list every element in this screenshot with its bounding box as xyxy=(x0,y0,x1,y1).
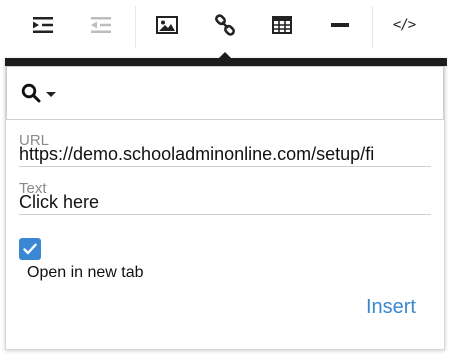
open-in-new-tab-checkbox[interactable] xyxy=(19,238,41,260)
code-view-button[interactable]: </> xyxy=(382,0,426,50)
link-search-dropdown[interactable] xyxy=(6,66,444,120)
check-icon xyxy=(23,243,37,255)
url-input[interactable]: https://demo.schooladminonline.com/setup… xyxy=(19,143,431,167)
horizontal-rule-icon xyxy=(331,23,349,27)
outdent-icon xyxy=(91,17,111,33)
popover-top-bar xyxy=(5,58,447,66)
image-button[interactable] xyxy=(145,0,189,50)
toolbar-divider xyxy=(372,6,373,48)
editor-toolbar: </> xyxy=(0,0,450,50)
link-button[interactable] xyxy=(203,0,247,50)
url-field-group: URL https://demo.schooladminonline.com/s… xyxy=(19,133,431,169)
link-popover: URL https://demo.schooladminonline.com/s… xyxy=(5,52,447,350)
table-icon xyxy=(272,16,292,34)
text-input[interactable]: Click here xyxy=(19,191,431,215)
chevron-down-icon xyxy=(46,91,56,97)
open-in-new-tab-label: Open in new tab xyxy=(27,264,144,281)
outdent-button[interactable] xyxy=(79,0,123,50)
link-icon xyxy=(215,14,235,36)
horizontal-rule-button[interactable] xyxy=(318,0,362,50)
insert-button[interactable]: Insert xyxy=(366,296,416,319)
code-icon: </> xyxy=(392,17,416,33)
image-icon xyxy=(156,16,178,34)
text-field-group: Text Click here xyxy=(19,181,431,217)
indent-icon xyxy=(33,17,53,33)
search-icon xyxy=(21,83,41,103)
table-button[interactable] xyxy=(260,0,304,50)
toolbar-divider xyxy=(135,6,136,48)
indent-button[interactable] xyxy=(21,0,65,50)
